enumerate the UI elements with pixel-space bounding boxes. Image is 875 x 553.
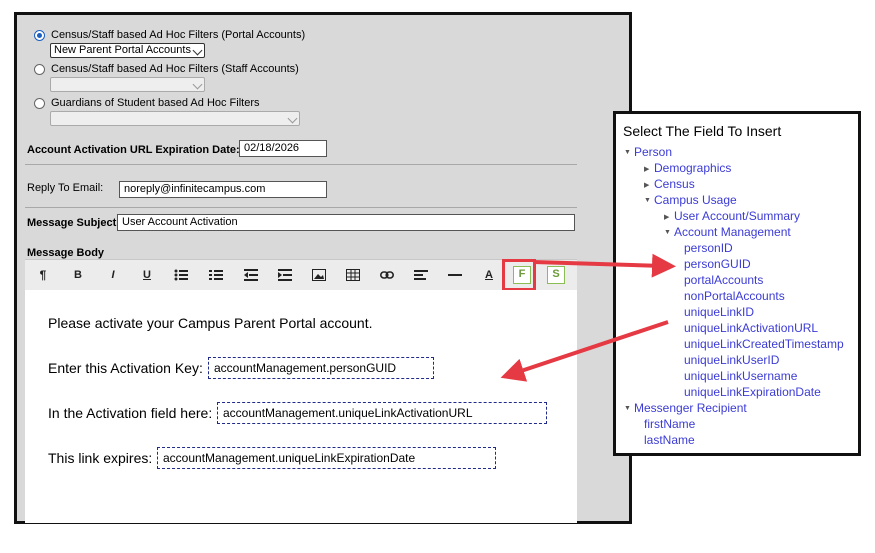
link-icon[interactable] — [377, 266, 397, 284]
staff-filter-select[interactable] — [50, 77, 205, 92]
staff-filter-radio[interactable] — [34, 63, 45, 75]
tree-node-account-management[interactable]: Account Management — [674, 225, 791, 239]
staff-filter-label: Census/Staff based Ad Hoc Filters (Staff… — [51, 63, 299, 75]
expiration-date-label: Account Activation URL Expiration Date: — [27, 144, 240, 156]
tree-node-census[interactable]: Census — [654, 177, 695, 191]
field-button-highlight — [502, 259, 536, 291]
reply-to-label: Reply To Email: — [27, 182, 104, 194]
chevron-down-icon — [192, 45, 203, 56]
message-subject-input[interactable]: User Account Activation — [117, 214, 575, 231]
tree-field[interactable]: uniqueLinkID — [684, 305, 754, 319]
insert-sql-button[interactable]: S — [547, 266, 565, 284]
expanded-triangle-icon[interactable]: ▼ — [624, 405, 631, 412]
portal-filter-radio[interactable] — [34, 29, 45, 41]
message-body-label: Message Body — [27, 247, 105, 259]
tree-node-messenger-recipient[interactable]: Messenger Recipient — [634, 401, 747, 415]
collapsed-triangle-icon[interactable]: ▶ — [644, 181, 649, 189]
tree-field[interactable]: uniqueLinkUserID — [684, 353, 779, 367]
panel-title: Select The Field To Insert — [623, 123, 782, 139]
expanded-triangle-icon[interactable]: ▼ — [644, 197, 651, 204]
chevron-down-icon — [287, 113, 298, 124]
activation-url-token[interactable]: accountManagement.uniqueLinkActivationUR… — [217, 402, 547, 424]
tree-field[interactable]: firstName — [644, 417, 695, 431]
activation-field-label: In the Activation field here: — [48, 405, 213, 421]
guardians-filter-label: Guardians of Student based Ad Hoc Filter… — [51, 97, 260, 109]
indent-icon[interactable] — [275, 266, 295, 284]
text-color-button[interactable]: A — [479, 266, 499, 284]
body-line-1: Please activate your Campus Parent Porta… — [48, 315, 373, 331]
tree-field[interactable]: uniqueLinkActivationURL — [684, 321, 818, 335]
align-icon[interactable] — [411, 266, 431, 284]
message-subject-label: Message Subject — [27, 217, 117, 229]
collapsed-triangle-icon[interactable]: ▶ — [644, 165, 649, 173]
editor-toolbar: ¶ B I U A F S — [25, 259, 577, 291]
underline-button[interactable]: U — [137, 266, 157, 284]
guardians-filter-radio[interactable] — [34, 97, 45, 109]
tree-field[interactable]: portalAccounts — [684, 273, 763, 287]
paragraph-icon[interactable]: ¶ — [33, 266, 53, 284]
tree-node-campus-usage[interactable]: Campus Usage — [654, 193, 737, 207]
tree-field[interactable]: personGUID — [684, 257, 751, 271]
tree-field[interactable]: uniqueLinkCreatedTimestamp — [684, 337, 844, 351]
portal-filter-select[interactable]: New Parent Portal Accounts — [50, 43, 205, 58]
table-icon[interactable] — [343, 266, 363, 284]
tree-field[interactable]: nonPortalAccounts — [684, 289, 785, 303]
link-expires-label: This link expires: — [48, 450, 153, 466]
guardians-filter-option[interactable]: Guardians of Student based Ad Hoc Filter… — [34, 97, 260, 109]
message-body-editor[interactable]: Please activate your Campus Parent Porta… — [25, 290, 577, 523]
expanded-triangle-icon[interactable]: ▼ — [624, 149, 631, 156]
expanded-triangle-icon[interactable]: ▼ — [664, 229, 671, 236]
image-icon[interactable] — [309, 266, 329, 284]
chevron-down-icon — [192, 79, 203, 90]
tree-field[interactable]: lastName — [644, 433, 695, 447]
portal-filter-option[interactable]: Census/Staff based Ad Hoc Filters (Porta… — [34, 29, 305, 41]
numbered-list-icon[interactable] — [206, 266, 226, 284]
message-template-form: Census/Staff based Ad Hoc Filters (Porta… — [14, 12, 632, 524]
bullet-list-icon[interactable] — [171, 266, 191, 284]
collapsed-triangle-icon[interactable]: ▶ — [664, 213, 669, 221]
section-divider — [25, 207, 577, 208]
person-guid-token[interactable]: accountManagement.personGUID — [208, 357, 434, 379]
tree-node-person[interactable]: Person — [634, 145, 672, 159]
portal-filter-label: Census/Staff based Ad Hoc Filters (Porta… — [51, 29, 306, 41]
bold-button[interactable]: B — [68, 266, 88, 284]
section-divider — [25, 164, 577, 165]
staff-filter-option[interactable]: Census/Staff based Ad Hoc Filters (Staff… — [34, 63, 299, 75]
tree-field[interactable]: uniqueLinkExpirationDate — [684, 385, 821, 399]
tree-node-user-account[interactable]: User Account/Summary — [674, 209, 800, 223]
expiration-date-input[interactable]: 02/18/2026 — [239, 140, 327, 157]
outdent-icon[interactable] — [241, 266, 261, 284]
tree-field[interactable]: uniqueLinkUsername — [684, 369, 797, 383]
horizontal-rule-icon[interactable] — [445, 266, 465, 284]
tree-node-demographics[interactable]: Demographics — [654, 161, 731, 175]
tree-field[interactable]: personID — [684, 241, 733, 255]
field-insert-panel: Select The Field To Insert ▼ Person ▶ De… — [613, 111, 861, 456]
expiration-date-token[interactable]: accountManagement.uniqueLinkExpirationDa… — [157, 447, 496, 469]
activation-key-label: Enter this Activation Key: — [48, 360, 203, 376]
reply-to-input[interactable]: noreply@infinitecampus.com — [119, 181, 327, 198]
italic-button[interactable]: I — [103, 266, 123, 284]
guardians-filter-select[interactable] — [50, 111, 300, 126]
